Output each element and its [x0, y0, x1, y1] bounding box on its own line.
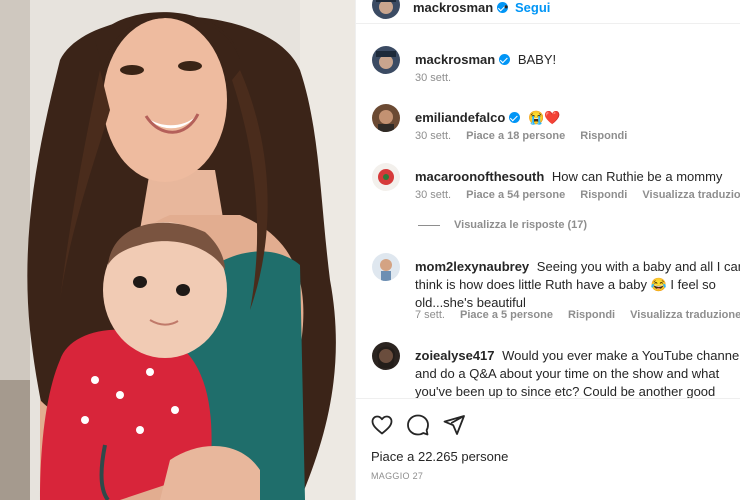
replies-line	[418, 224, 440, 226]
translate-button[interactable]: Visualizza traduzione	[642, 189, 740, 201]
author-avatar[interactable]	[372, 0, 400, 19]
follow-button[interactable]: Segui	[515, 0, 550, 15]
comment-text: emiliandefalco 😭❤️	[415, 109, 740, 127]
comment-icon[interactable]	[406, 413, 430, 437]
comment-meta: 7 sett. Piace a 5 persone Rispondi Visua…	[415, 309, 740, 321]
comment-text: mackrosman BABY!	[415, 51, 740, 69]
author-username[interactable]: mackrosman	[413, 0, 509, 15]
comment-likes[interactable]: Piace a 18 persone	[466, 130, 565, 142]
comment-likes[interactable]: Piace a 5 persone	[460, 309, 553, 321]
post-side-panel: mackrosman • Segui mackrosman BABY! 30 s…	[355, 0, 740, 500]
verified-badge-icon	[499, 54, 511, 65]
comment-text: mom2lexynaubrey Seeing you with a baby a…	[415, 258, 740, 312]
comment-avatar[interactable]	[372, 163, 400, 191]
reply-button[interactable]: Rispondi	[568, 309, 615, 321]
comment-meta: 30 sett. Piace a 18 persone Rispondi	[415, 130, 639, 142]
comment-avatar[interactable]	[372, 46, 400, 74]
comment-meta: 30 sett. Piace a 54 persone Rispondi Vis…	[415, 189, 740, 201]
comment-username[interactable]: emiliandefalco	[415, 110, 521, 125]
post-date[interactable]: MAGGIO 27	[371, 471, 423, 481]
comment-avatar[interactable]	[372, 253, 400, 281]
view-replies-button[interactable]: Visualizza le risposte (17)	[418, 219, 587, 231]
separator-dot: •	[504, 0, 509, 14]
comment-avatar[interactable]	[372, 104, 400, 132]
verified-badge-icon	[509, 112, 521, 123]
view-replies-label: Visualizza le risposte (17)	[454, 219, 588, 231]
likes-count[interactable]: Piace a 22.265 persone	[371, 449, 508, 464]
translate-button[interactable]: Visualizza traduzione	[630, 309, 740, 321]
comment-time[interactable]: 30 sett.	[415, 130, 451, 142]
comment-time[interactable]: 7 sett.	[415, 309, 445, 321]
comment-time[interactable]: 30 sett.	[415, 72, 451, 84]
reply-button[interactable]: Rispondi	[580, 130, 627, 142]
heart-icon[interactable]	[370, 413, 394, 437]
comment-username[interactable]: macaroonofthesouth	[415, 169, 544, 184]
comment-body: 😭❤️	[527, 110, 561, 125]
post-header: mackrosman • Segui	[356, 0, 740, 24]
comment-likes[interactable]: Piace a 54 persone	[466, 189, 565, 201]
comment-username[interactable]: mom2lexynaubrey	[415, 259, 529, 274]
post-photo[interactable]	[0, 0, 355, 500]
comment-meta: 30 sett.	[415, 72, 463, 84]
share-icon[interactable]	[442, 413, 466, 437]
post-actions: Piace a 22.265 persone MAGGIO 27	[356, 398, 740, 500]
comment-time[interactable]: 30 sett.	[415, 189, 451, 201]
comment-text: macaroonofthesouth How can Ruthie be a m…	[415, 168, 740, 186]
photo-illustration	[0, 0, 355, 500]
comment-body: How can Ruthie be a mommy	[551, 169, 723, 184]
reply-button[interactable]: Rispondi	[580, 189, 627, 201]
comment-username[interactable]: zoiealyse417	[415, 348, 495, 363]
comment-username[interactable]: mackrosman	[415, 52, 511, 67]
comment-avatar[interactable]	[372, 342, 400, 370]
comment-body: BABY!	[517, 52, 557, 67]
